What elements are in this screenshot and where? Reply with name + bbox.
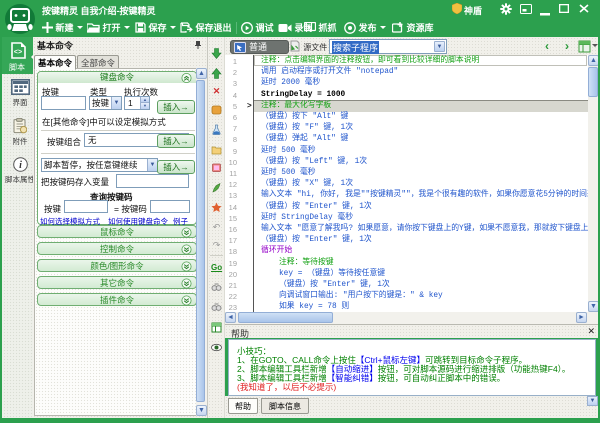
svg-text:i: i [19,160,22,171]
svg-text:<>: <> [14,49,22,56]
